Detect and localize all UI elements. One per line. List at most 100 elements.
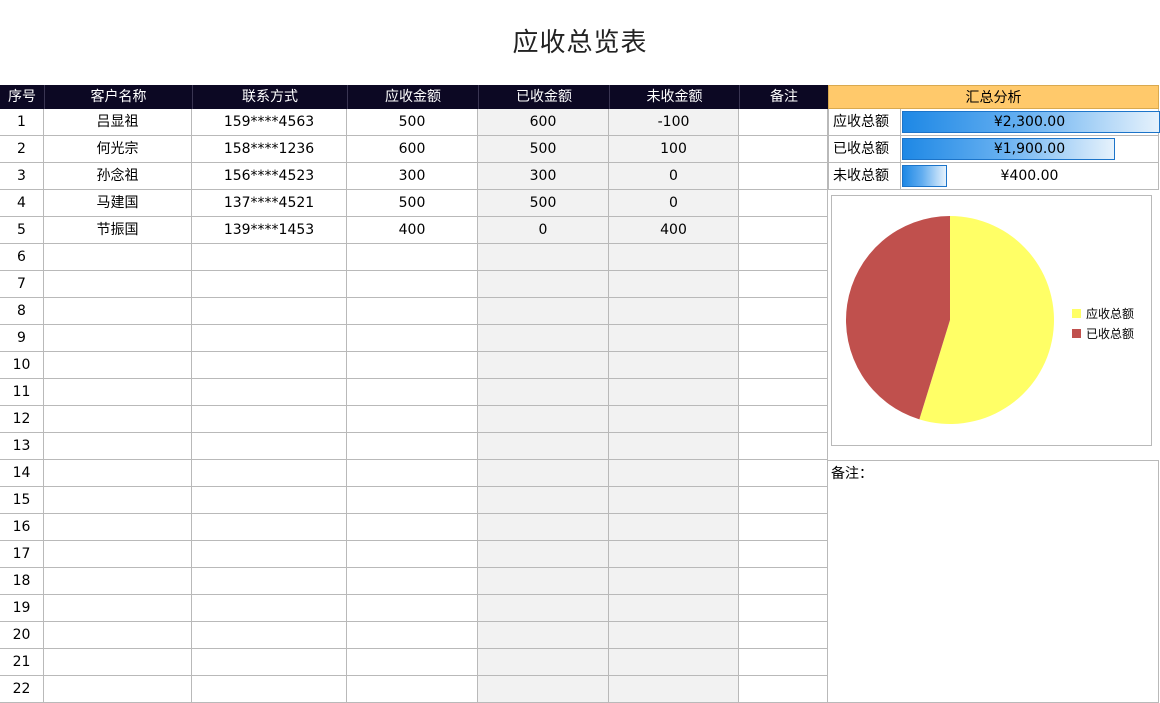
cell-contact[interactable]: [192, 514, 347, 541]
cell-contact[interactable]: [192, 676, 347, 703]
column-header-received[interactable]: 已收金额: [478, 85, 609, 109]
cell-index[interactable]: 6: [0, 244, 44, 271]
cell-outstanding[interactable]: [609, 433, 739, 460]
cell-received[interactable]: [478, 352, 609, 379]
cell-remarks[interactable]: [739, 487, 828, 514]
cell-receivable[interactable]: [347, 433, 478, 460]
notes-box[interactable]: 备注：: [827, 460, 1159, 703]
cell-outstanding[interactable]: 0: [609, 190, 739, 217]
cell-contact[interactable]: [192, 325, 347, 352]
cell-received[interactable]: [478, 649, 609, 676]
cell-remarks[interactable]: [739, 406, 828, 433]
cell-contact[interactable]: [192, 298, 347, 325]
cell-remarks[interactable]: [739, 136, 828, 163]
cell-contact[interactable]: [192, 649, 347, 676]
cell-contact[interactable]: [192, 541, 347, 568]
cell-receivable[interactable]: [347, 595, 478, 622]
cell-receivable[interactable]: [347, 271, 478, 298]
cell-outstanding[interactable]: [609, 460, 739, 487]
column-header-index[interactable]: 序号: [0, 85, 44, 109]
cell-receivable[interactable]: 300: [347, 163, 478, 190]
cell-receivable[interactable]: [347, 622, 478, 649]
cell-remarks[interactable]: [739, 433, 828, 460]
cell-received[interactable]: [478, 406, 609, 433]
cell-index[interactable]: 9: [0, 325, 44, 352]
column-header-outstanding[interactable]: 未收金额: [609, 85, 739, 109]
cell-remarks[interactable]: [739, 514, 828, 541]
cell-contact[interactable]: 159****4563: [192, 109, 347, 136]
cell-contact[interactable]: [192, 568, 347, 595]
cell-receivable[interactable]: 600: [347, 136, 478, 163]
cell-index[interactable]: 7: [0, 271, 44, 298]
cell-index[interactable]: 11: [0, 379, 44, 406]
cell-index[interactable]: 2: [0, 136, 44, 163]
cell-index[interactable]: 14: [0, 460, 44, 487]
column-header-receivable[interactable]: 应收金额: [347, 85, 478, 109]
column-header-contact[interactable]: 联系方式: [192, 85, 347, 109]
cell-index[interactable]: 10: [0, 352, 44, 379]
cell-customer-name[interactable]: 吕显祖: [44, 109, 192, 136]
cell-remarks[interactable]: [739, 325, 828, 352]
cell-received[interactable]: [478, 622, 609, 649]
cell-outstanding[interactable]: [609, 352, 739, 379]
cell-receivable[interactable]: [347, 406, 478, 433]
cell-outstanding[interactable]: [609, 622, 739, 649]
cell-receivable[interactable]: [347, 325, 478, 352]
cell-received[interactable]: [478, 568, 609, 595]
cell-remarks[interactable]: [739, 568, 828, 595]
cell-index[interactable]: 17: [0, 541, 44, 568]
cell-customer-name[interactable]: [44, 676, 192, 703]
cell-index[interactable]: 16: [0, 514, 44, 541]
cell-outstanding[interactable]: [609, 514, 739, 541]
cell-received[interactable]: [478, 325, 609, 352]
cell-customer-name[interactable]: [44, 460, 192, 487]
cell-outstanding[interactable]: [609, 541, 739, 568]
cell-outstanding[interactable]: [609, 595, 739, 622]
cell-contact[interactable]: [192, 271, 347, 298]
cell-received[interactable]: 600: [478, 109, 609, 136]
cell-received[interactable]: [478, 514, 609, 541]
cell-index[interactable]: 13: [0, 433, 44, 460]
column-header-remarks[interactable]: 备注: [739, 85, 828, 109]
summary-value-cell[interactable]: ¥400.00: [901, 163, 1158, 189]
cell-index[interactable]: 22: [0, 676, 44, 703]
cell-received[interactable]: [478, 271, 609, 298]
cell-customer-name[interactable]: 节振国: [44, 217, 192, 244]
cell-received[interactable]: [478, 460, 609, 487]
cell-customer-name[interactable]: 何光宗: [44, 136, 192, 163]
cell-outstanding[interactable]: [609, 325, 739, 352]
cell-customer-name[interactable]: [44, 352, 192, 379]
cell-customer-name[interactable]: [44, 649, 192, 676]
cell-index[interactable]: 8: [0, 298, 44, 325]
cell-receivable[interactable]: [347, 298, 478, 325]
cell-contact[interactable]: [192, 406, 347, 433]
cell-customer-name[interactable]: [44, 406, 192, 433]
cell-outstanding[interactable]: [609, 649, 739, 676]
cell-customer-name[interactable]: [44, 379, 192, 406]
cell-received[interactable]: [478, 433, 609, 460]
cell-outstanding[interactable]: 400: [609, 217, 739, 244]
cell-contact[interactable]: [192, 379, 347, 406]
cell-remarks[interactable]: [739, 163, 828, 190]
cell-index[interactable]: 3: [0, 163, 44, 190]
cell-remarks[interactable]: [739, 352, 828, 379]
cell-remarks[interactable]: [739, 541, 828, 568]
cell-remarks[interactable]: [739, 244, 828, 271]
cell-customer-name[interactable]: [44, 244, 192, 271]
cell-customer-name[interactable]: [44, 298, 192, 325]
cell-remarks[interactable]: [739, 217, 828, 244]
cell-received[interactable]: [478, 379, 609, 406]
cell-receivable[interactable]: 500: [347, 190, 478, 217]
cell-index[interactable]: 12: [0, 406, 44, 433]
column-header-customer-name[interactable]: 客户名称: [44, 85, 192, 109]
cell-remarks[interactable]: [739, 379, 828, 406]
cell-customer-name[interactable]: [44, 433, 192, 460]
cell-remarks[interactable]: [739, 109, 828, 136]
cell-remarks[interactable]: [739, 190, 828, 217]
cell-outstanding[interactable]: [609, 379, 739, 406]
cell-index[interactable]: 15: [0, 487, 44, 514]
cell-contact[interactable]: 137****4521: [192, 190, 347, 217]
cell-index[interactable]: 18: [0, 568, 44, 595]
cell-contact[interactable]: 139****1453: [192, 217, 347, 244]
cell-customer-name[interactable]: [44, 514, 192, 541]
